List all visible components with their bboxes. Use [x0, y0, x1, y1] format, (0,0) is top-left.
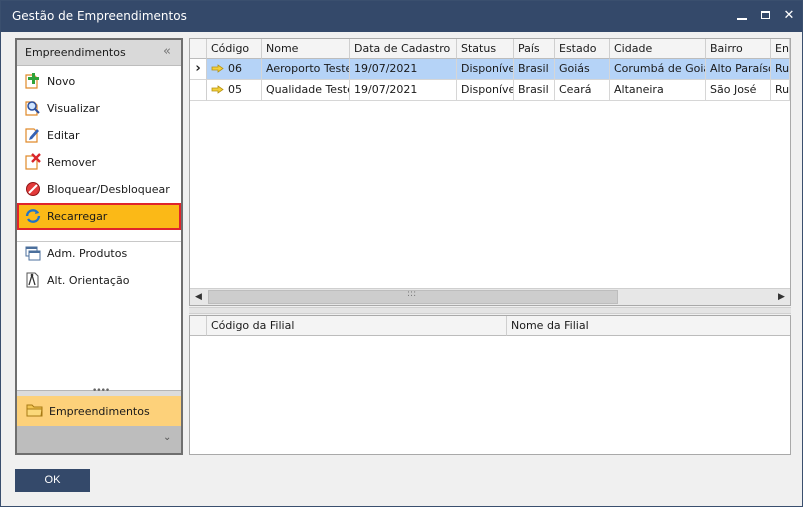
column-header-data[interactable]: Data de Cadastro	[350, 39, 457, 59]
block-icon	[26, 182, 40, 196]
menu-item-label: Editar	[47, 129, 80, 142]
menu-item-novo[interactable]: Novo	[17, 68, 181, 95]
menu-item-label: Adm. Produtos	[47, 247, 128, 260]
scroll-right-button[interactable]: ▶	[773, 289, 790, 305]
arrow-right-icon: ▶	[778, 292, 785, 302]
cell-endereco: Rua	[771, 59, 790, 80]
menu-item-label: Recarregar	[47, 210, 108, 223]
cell-codigo-text: 05	[228, 83, 242, 96]
pencil-icon	[25, 128, 39, 143]
menu-item-visualizar[interactable]: Visualizar	[17, 95, 181, 122]
windows-icon	[25, 246, 41, 261]
empreendimentos-grid: Código Nome Data de Cadastro Status País…	[189, 38, 791, 306]
cell-nome: Aeroporto Teste	[262, 59, 350, 80]
row-selector[interactable]: ›	[190, 59, 207, 80]
column-header-codigo-filial[interactable]: Código da Filial	[207, 316, 507, 336]
minimize-icon	[737, 18, 747, 20]
column-header-nome[interactable]: Nome	[262, 39, 350, 59]
actions-panel-title: Empreendimentos	[25, 46, 126, 59]
cell-estado: Goiás	[555, 59, 610, 80]
horizontal-scrollbar[interactable]: ◀ ::: ▶	[190, 288, 790, 305]
row-selector[interactable]	[190, 80, 207, 101]
menu-item-adm-produtos[interactable]: Adm. Produtos	[17, 240, 181, 267]
chevron-down-icon[interactable]: ⌄	[163, 432, 171, 443]
menu-item-alt-orientacao[interactable]: Alt. Orientação	[17, 267, 181, 294]
cell-pais: Brasil	[514, 80, 555, 101]
cell-estado: Ceará	[555, 80, 610, 101]
menu-item-editar[interactable]: Editar	[17, 122, 181, 149]
selected-row-marker: ›	[195, 61, 201, 76]
menu-item-bloquear[interactable]: Bloquear/Desbloquear	[17, 176, 181, 203]
cell-nome: Qualidade Teste	[262, 80, 350, 101]
grid-corner	[190, 316, 207, 336]
grid-corner	[190, 39, 207, 59]
maximize-icon	[761, 11, 770, 19]
cell-data: 19/07/2021	[350, 80, 457, 101]
cell-status: Disponível	[457, 80, 514, 101]
menu-item-label: Visualizar	[47, 102, 100, 115]
cell-cidade: Altaneira	[610, 80, 706, 101]
scrollbar-thumb[interactable]: :::	[208, 289, 618, 304]
minimize-button[interactable]	[733, 7, 751, 25]
folder-icon	[26, 404, 43, 417]
cell-codigo-text: 06	[228, 62, 242, 75]
column-header-cidade[interactable]: Cidade	[610, 39, 706, 59]
cell-data: 19/07/2021	[350, 59, 457, 80]
column-header-nome-filial[interactable]: Nome da Filial	[507, 316, 790, 336]
column-header-estado[interactable]: Estado	[555, 39, 610, 59]
category-label: Empreendimentos	[49, 405, 150, 418]
close-icon: ✕	[783, 8, 795, 23]
arrow-left-icon: ◀	[195, 292, 202, 302]
actions-panel: Empreendimentos « Novo Visualizar Editar…	[15, 38, 183, 455]
window-title: Gestão de Empreendimentos	[12, 9, 187, 23]
panel-footer: ⌄	[17, 426, 181, 453]
magnifier-icon	[25, 101, 40, 116]
actions-panel-header: Empreendimentos «	[17, 40, 181, 66]
compass-doc-icon	[26, 272, 39, 288]
arrow-right-icon	[211, 85, 224, 94]
title-bar: Gestão de Empreendimentos ✕	[1, 1, 802, 32]
close-button[interactable]: ✕	[780, 7, 798, 25]
cell-endereco: Rua	[771, 80, 790, 101]
column-header-endereco[interactable]: End	[771, 39, 790, 59]
remove-x-icon	[25, 153, 41, 170]
category-empreendimentos[interactable]: Empreendimentos	[17, 396, 181, 426]
ok-button[interactable]: OK	[15, 469, 90, 492]
cell-codigo: 05	[207, 80, 262, 101]
column-header-codigo[interactable]: Código	[207, 39, 262, 59]
main-window: Gestão de Empreendimentos ✕ Empreendimen…	[0, 0, 803, 507]
cell-pais: Brasil	[514, 59, 555, 80]
menu-item-label: Alt. Orientação	[47, 274, 130, 287]
column-header-status[interactable]: Status	[457, 39, 514, 59]
cell-status: Disponível	[457, 59, 514, 80]
arrow-right-icon	[211, 64, 224, 73]
cell-bairro: São José	[706, 80, 771, 101]
menu-item-label: Bloquear/Desbloquear	[47, 183, 170, 196]
cell-cidade: Corumbá de Goiás	[610, 59, 706, 80]
menu-item-remover[interactable]: Remover	[17, 149, 181, 176]
column-header-pais[interactable]: País	[514, 39, 555, 59]
maximize-button[interactable]	[757, 7, 775, 25]
table-row[interactable]: 05 Qualidade Teste 19/07/2021 Disponível…	[190, 80, 790, 101]
grid-splitter[interactable]	[189, 307, 791, 314]
table-row[interactable]: › 06 Aeroporto Teste 19/07/2021 Disponív…	[190, 59, 790, 80]
menu-item-label: Remover	[47, 156, 97, 169]
grip-icon: :::	[407, 289, 417, 299]
cell-bairro: Alto Paraíso	[706, 59, 771, 80]
menu-item-recarregar[interactable]: Recarregar	[17, 203, 181, 230]
menu-item-label: Novo	[47, 75, 76, 88]
collapse-panel-icon[interactable]: «	[163, 44, 171, 59]
new-plus-icon	[25, 73, 39, 89]
scroll-left-button[interactable]: ◀	[190, 289, 207, 305]
reload-icon	[25, 209, 41, 223]
filiais-grid: Código da Filial Nome da Filial	[189, 315, 791, 455]
cell-codigo: 06	[207, 59, 262, 80]
column-header-bairro[interactable]: Bairro	[706, 39, 771, 59]
